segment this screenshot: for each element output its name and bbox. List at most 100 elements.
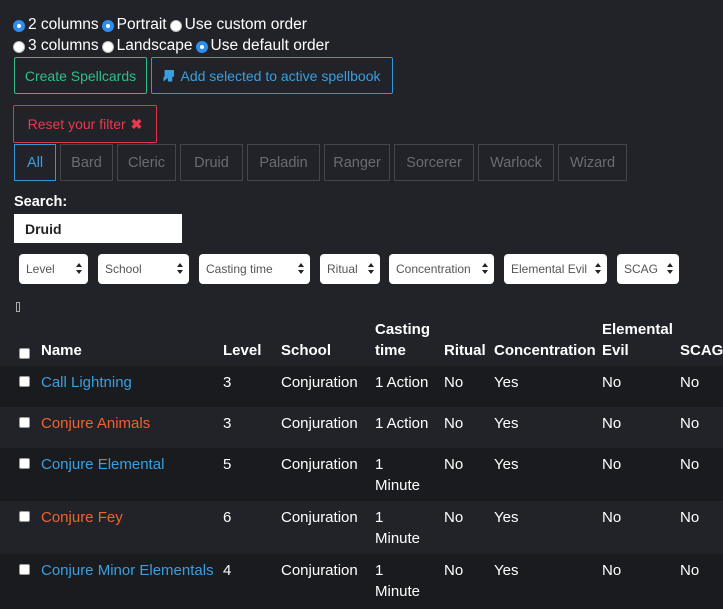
cell-casting-time: 1 — [375, 456, 384, 473]
cell-ritual: No — [444, 374, 464, 391]
select-all-checkbox[interactable] — [19, 348, 30, 359]
row-checkbox[interactable] — [19, 376, 30, 387]
select-arrows-icon — [177, 263, 184, 275]
column-toggle-handle[interactable] — [16, 302, 20, 312]
cell-scag: No — [680, 456, 700, 473]
cell-school: Conjuration — [281, 415, 358, 432]
reset-filter-button[interactable]: Reset your filter ✖ — [13, 105, 157, 143]
cell-casting-time: 1 Action — [375, 415, 429, 432]
ritual-filter-select[interactable]: Ritual — [320, 254, 380, 284]
cell-ritual: No — [444, 415, 464, 432]
spell-name-link[interactable]: Conjure Fey — [41, 507, 123, 528]
row-checkbox[interactable] — [19, 417, 30, 428]
spell-name-link[interactable]: Conjure Animals — [41, 413, 150, 434]
cell-school: Conjuration — [281, 509, 358, 526]
cell-scag: No — [680, 509, 700, 526]
cell-concentration: Yes — [494, 415, 519, 432]
cell-casting-time-unit: Minute — [375, 583, 421, 600]
header-elemental-evil-line2[interactable]: Evil — [602, 340, 629, 361]
options-row-1: 2 columns Portrait Use custom order — [13, 16, 310, 34]
tab-ranger[interactable]: Ranger — [324, 144, 390, 181]
cell-level: 3 — [223, 374, 232, 391]
select-arrows-icon — [482, 263, 489, 275]
radio-empty-icon[interactable] — [13, 41, 25, 53]
select-arrows-icon — [298, 263, 305, 275]
header-name[interactable]: Name — [41, 340, 82, 361]
header-elemental-evil-line1[interactable]: Elemental — [602, 319, 673, 340]
spell-name-link[interactable]: Call Lightning — [41, 372, 132, 393]
two-columns-option[interactable]: 2 columns — [13, 16, 99, 34]
cell-ritual: No — [444, 509, 464, 526]
create-spellcards-button[interactable]: Create Spellcards — [14, 57, 147, 94]
header-level[interactable]: Level — [223, 340, 261, 361]
landscape-option[interactable]: Landscape — [101, 37, 193, 55]
scag-filter-select[interactable]: SCAG — [617, 254, 679, 284]
tab-all[interactable]: All — [14, 144, 56, 181]
tab-druid[interactable]: Druid — [180, 144, 243, 181]
cell-level: 5 — [223, 456, 232, 473]
row-checkbox[interactable] — [19, 458, 30, 469]
radio-selected-icon[interactable] — [101, 20, 114, 32]
casting-time-filter-select[interactable]: Casting time — [199, 254, 310, 284]
level-filter-select[interactable]: Level — [19, 254, 88, 284]
select-arrows-icon — [368, 263, 375, 275]
class-filter-tabs: All Bard Cleric Druid Paladin Ranger Sor… — [14, 144, 631, 181]
tab-wizard[interactable]: Wizard — [558, 144, 627, 181]
tab-cleric[interactable]: Cleric — [117, 144, 176, 181]
search-label: Search: — [14, 194, 68, 210]
cell-elemental-evil: No — [602, 456, 622, 473]
radio-selected-icon[interactable] — [195, 41, 208, 53]
three-columns-option[interactable]: 3 columns — [13, 37, 99, 55]
cell-casting-time: 1 — [375, 509, 384, 526]
spell-name-link[interactable]: Conjure Elemental — [41, 454, 164, 475]
header-casting-time-line2[interactable]: time — [375, 340, 406, 361]
header-school[interactable]: School — [281, 340, 331, 361]
cell-scag: No — [680, 562, 700, 579]
cell-elemental-evil: No — [602, 374, 622, 391]
tab-warlock[interactable]: Warlock — [478, 144, 554, 181]
search-input[interactable] — [14, 214, 182, 243]
radio-empty-icon[interactable] — [101, 41, 114, 53]
cell-casting-time-unit: Minute — [375, 477, 421, 494]
add-selected-button[interactable]: Add selected to active spellbook — [151, 57, 393, 94]
cell-scag: No — [680, 415, 700, 432]
spellbook-icon — [163, 69, 175, 82]
cell-elemental-evil: No — [602, 562, 622, 579]
cell-ritual: No — [444, 562, 464, 579]
cell-level: 6 — [223, 509, 232, 526]
tab-sorcerer[interactable]: Sorcerer — [394, 144, 474, 181]
portrait-option[interactable]: Portrait — [101, 16, 167, 34]
cell-school: Conjuration — [281, 456, 358, 473]
cell-concentration: Yes — [494, 456, 519, 473]
cell-elemental-evil: No — [602, 415, 622, 432]
close-icon: ✖ — [130, 115, 143, 132]
cell-concentration: Yes — [494, 509, 519, 526]
cell-concentration: Yes — [494, 562, 519, 579]
header-concentration[interactable]: Concentration — [494, 340, 596, 361]
header-ritual[interactable]: Ritual — [444, 340, 486, 361]
row-checkbox[interactable] — [19, 511, 30, 522]
header-scag[interactable]: SCAG — [680, 340, 723, 361]
select-arrows-icon — [595, 263, 602, 275]
cell-level: 3 — [223, 415, 232, 432]
options-row-2: 3 columns Landscape Use default order — [13, 37, 332, 55]
row-checkbox[interactable] — [19, 564, 30, 575]
concentration-filter-select[interactable]: Concentration — [389, 254, 494, 284]
cell-casting-time: 1 Action — [375, 374, 429, 391]
header-casting-time-line1[interactable]: Casting — [375, 319, 430, 340]
cell-concentration: Yes — [494, 374, 519, 391]
tab-bard[interactable]: Bard — [60, 144, 113, 181]
cell-ritual: No — [444, 456, 464, 473]
school-filter-select[interactable]: School — [98, 254, 189, 284]
radio-empty-icon[interactable] — [169, 20, 182, 32]
tab-paladin[interactable]: Paladin — [247, 144, 320, 181]
custom-order-option[interactable]: Use custom order — [169, 16, 307, 34]
spell-name-link[interactable]: Conjure Minor Elementals — [41, 560, 214, 581]
elemental-evil-filter-select[interactable]: Elemental Evil — [504, 254, 607, 284]
cell-scag: No — [680, 374, 700, 391]
default-order-option[interactable]: Use default order — [195, 37, 329, 55]
radio-selected-icon[interactable] — [13, 20, 25, 32]
select-arrows-icon — [667, 263, 674, 275]
cell-school: Conjuration — [281, 562, 358, 579]
cell-elemental-evil: No — [602, 509, 622, 526]
